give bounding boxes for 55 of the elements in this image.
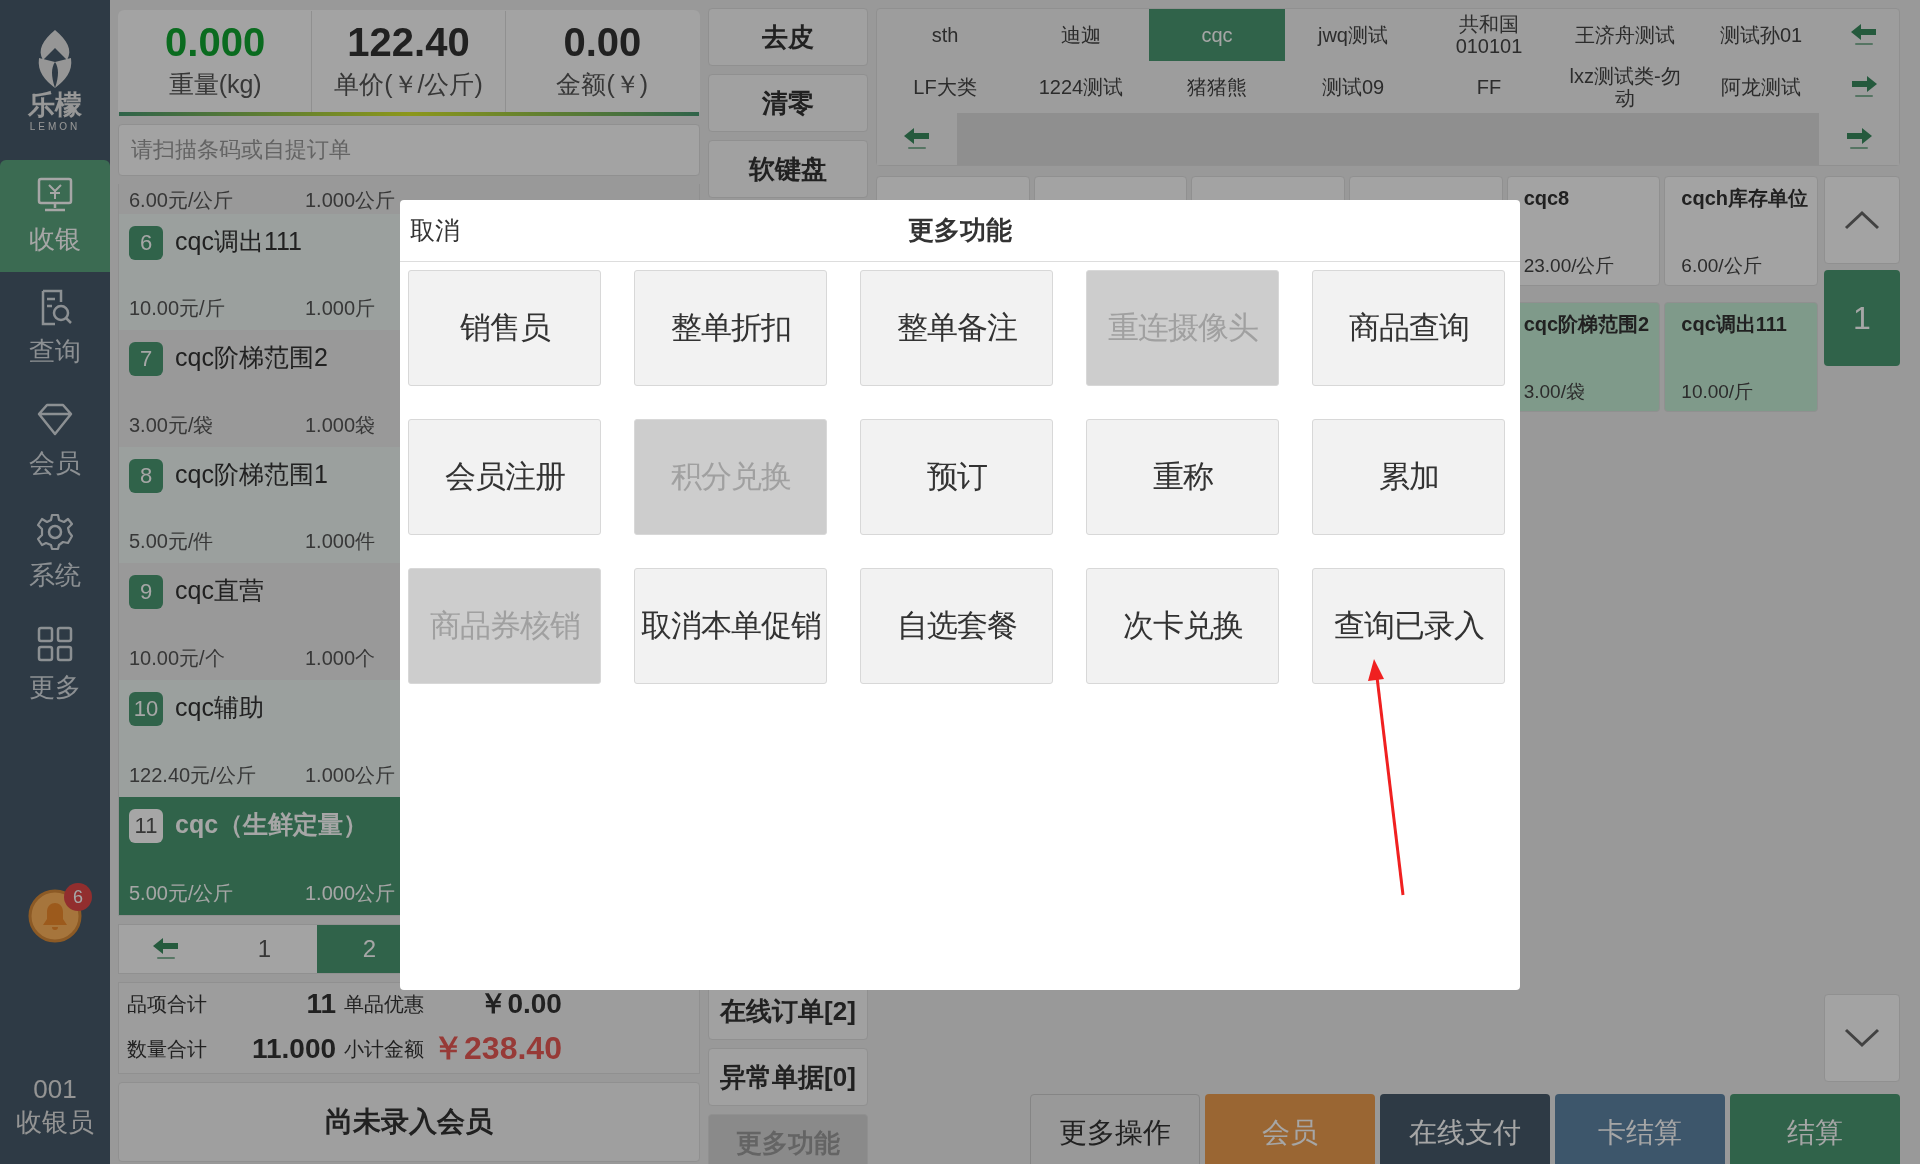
product-name: cqc调出111 xyxy=(1681,312,1788,337)
unit-price-label: 单价(￥/公斤) xyxy=(334,69,483,100)
unit-price-value: 122.40 xyxy=(347,22,470,62)
item-index: 11 xyxy=(129,808,163,843)
logo-subtext: LEMON xyxy=(29,121,81,132)
item-index: 6 xyxy=(129,225,163,260)
item-quantity: 1.000斤 xyxy=(305,296,376,322)
amount-value: 0.00 xyxy=(563,22,642,62)
dialog-title: 更多功能 xyxy=(908,214,1012,247)
item-price: 10.00元/斤 xyxy=(129,296,226,322)
item-name: cqc辅助 xyxy=(175,692,264,722)
item-price: 122.40元/公斤 xyxy=(129,762,257,788)
notification-badge: 6 xyxy=(64,883,92,911)
item-quantity: 1.000个 xyxy=(305,646,376,671)
product-name: cqch库存单位 xyxy=(1681,186,1809,211)
item-price: 5.00元/公斤 xyxy=(129,881,235,907)
discount-value: ￥0.00 xyxy=(478,987,562,1021)
item-index: 8 xyxy=(129,458,163,493)
item-name: cqc阶梯范围2 xyxy=(175,342,328,373)
weight-label: 重量(kg) xyxy=(168,69,262,100)
item-quantity: 1.000公斤 xyxy=(305,187,396,213)
quantity-label: 数量合计 xyxy=(127,1036,207,1062)
product-price: 10.00/斤 xyxy=(1681,380,1755,404)
logo-text: 乐檬 xyxy=(28,92,82,119)
item-index: 10 xyxy=(129,692,163,726)
item-count: 11 xyxy=(305,988,337,1020)
discount-label: 单品优惠 xyxy=(344,991,425,1017)
item-index: 7 xyxy=(129,342,163,377)
product-name: cqc8 xyxy=(1523,186,1571,211)
page-number: 1 xyxy=(1824,270,1900,366)
product-name: cqc阶梯范围2 xyxy=(1523,312,1651,337)
item-quantity: 1.000件 xyxy=(305,529,376,555)
item-count-label: 品项合计 xyxy=(127,991,207,1017)
quantity-total: 11.000 xyxy=(250,1033,337,1065)
item-name: cqc直营 xyxy=(175,575,264,606)
item-price: 6.00元/公斤 xyxy=(129,187,235,213)
item-price: 5.00元/件 xyxy=(129,529,215,555)
weight-value: 0.000 xyxy=(165,22,266,62)
product-price: 3.00/袋 xyxy=(1523,380,1586,404)
item-price: 10.00元/个 xyxy=(129,646,226,671)
item-name: cqc阶梯范围1 xyxy=(175,458,328,489)
item-quantity: 1.000袋 xyxy=(305,412,376,438)
item-price: 3.00元/袋 xyxy=(129,412,215,438)
item-quantity: 1.000公斤 xyxy=(305,881,396,907)
cashier-role: 收银员 xyxy=(15,1105,95,1138)
subtotal-label: 小计金额 xyxy=(344,1036,425,1062)
product-price: 23.00/公斤 xyxy=(1523,254,1616,278)
item-quantity: 1.000公斤 xyxy=(305,762,396,788)
item-name: cqc调出111 xyxy=(175,225,302,256)
item-index: 9 xyxy=(129,575,163,610)
subtotal-value: ￥238.40 xyxy=(432,1029,562,1068)
item-name: cqc（生鲜定量） xyxy=(175,808,369,839)
cashier-id: 001 xyxy=(32,1073,78,1106)
product-price: 6.00/公斤 xyxy=(1681,254,1763,278)
amount-label: 金额(￥) xyxy=(556,69,649,100)
